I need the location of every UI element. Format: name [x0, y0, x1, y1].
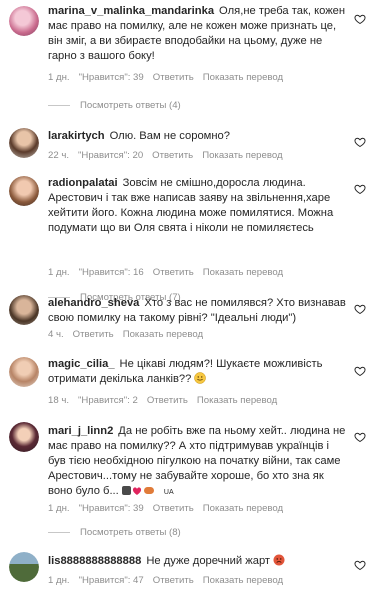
comment-body: larakirtych Олю. Вам не соромно?	[48, 129, 346, 144]
translate-button[interactable]: Показать перевод	[123, 329, 203, 340]
comment-likes[interactable]: "Нравится": 2	[78, 395, 138, 406]
comment-body: lis8888888888888 Не дуже доречний жарт	[48, 554, 346, 571]
comment-likes[interactable]: "Нравится": 39	[79, 503, 144, 514]
comment-username[interactable]: radionpalatai	[48, 177, 118, 189]
comment-likes[interactable]: "Нравится": 47	[79, 575, 144, 586]
view-replies-button[interactable]: Посмотреть ответы (8)	[48, 527, 181, 538]
comment-meta: 22 ч. "Нравится": 20 Ответить Показать п…	[48, 150, 283, 161]
view-replies-label: Посмотреть ответы (8)	[80, 527, 181, 538]
heart-icon[interactable]	[354, 182, 366, 195]
comment-username[interactable]: magic_cilia_	[48, 358, 115, 370]
view-replies-button[interactable]: Посмотреть ответы (4)	[48, 100, 181, 111]
reply-button[interactable]: Ответить	[152, 150, 193, 161]
translate-button[interactable]: Показать перевод	[203, 503, 283, 514]
divider-line	[48, 105, 70, 106]
comment-time: 18 ч.	[48, 395, 70, 406]
heart-icon[interactable]	[354, 135, 366, 148]
comment-body: mari_j_linn2 Да не робіть вже па ньому хе…	[48, 424, 346, 501]
avatar[interactable]	[9, 552, 39, 582]
comment-time: 22 ч.	[48, 150, 70, 161]
reply-button[interactable]: Ответить	[153, 72, 194, 83]
view-replies-label: Посмотреть ответы (4)	[80, 100, 181, 111]
comment-time: 1 дн.	[48, 575, 70, 586]
comment-username[interactable]: mari_j_linn2	[48, 425, 113, 437]
comment-time: 1 дн.	[48, 503, 70, 514]
comment-meta: 1 дн. "Нравится": 39 Ответить Показать п…	[48, 72, 283, 83]
avatar[interactable]	[9, 6, 39, 36]
comment-meta: 4 ч. Ответить Показать перевод	[48, 329, 203, 340]
heart-icon[interactable]	[354, 558, 366, 571]
comment-time: 1 дн.	[48, 267, 70, 278]
comment-text: Олю. Вам не соромно?	[109, 130, 230, 142]
smile-emoji-icon	[194, 372, 207, 389]
translate-button[interactable]: Показать перевод	[203, 72, 283, 83]
avatar[interactable]	[9, 176, 39, 206]
reply-button[interactable]: Ответить	[153, 267, 194, 278]
heart-icon[interactable]	[354, 12, 366, 25]
comment-username[interactable]: marina_v_malinka_mandarinka	[48, 5, 214, 17]
reply-button[interactable]: Ответить	[147, 395, 188, 406]
comment-time: 4 ч.	[48, 329, 64, 340]
comment-body: alehandro_sheva Хто з вас не помилявся? Х…	[48, 296, 346, 326]
heart-icon[interactable]	[354, 302, 366, 315]
comment-username[interactable]: alehandro_sheva	[48, 297, 139, 309]
reply-button[interactable]: Ответить	[153, 503, 194, 514]
comment-likes[interactable]: "Нравится": 16	[79, 267, 144, 278]
emoji-cluster-icon	[121, 485, 164, 501]
heart-icon[interactable]	[354, 430, 366, 443]
reply-button[interactable]: Ответить	[73, 329, 114, 340]
comment-body: radionpalatai Зовсім не смішно,доросла лю…	[48, 176, 346, 236]
divider-line	[48, 532, 70, 533]
comment-username[interactable]: lis8888888888888	[48, 555, 141, 567]
translate-button[interactable]: Показать перевод	[203, 267, 283, 278]
comment-text: Не дуже доречний жарт	[146, 555, 271, 567]
comment-meta: 18 ч. "Нравится": 2 Ответить Показать пе…	[48, 395, 277, 406]
translate-button[interactable]: Показать перевод	[197, 395, 277, 406]
avatar[interactable]	[9, 128, 39, 158]
comment-time: 1 дн.	[48, 72, 70, 83]
translate-button[interactable]: Показать перевод	[203, 575, 283, 586]
reply-button[interactable]: Ответить	[153, 575, 194, 586]
comment-meta: 1 дн. "Нравится": 16 Ответить Показать п…	[48, 267, 283, 278]
comment-body: marina_v_malinka_mandarinka Оля,не треба …	[48, 4, 346, 64]
avatar[interactable]	[9, 295, 39, 325]
avatar[interactable]	[9, 422, 39, 452]
avatar[interactable]	[9, 357, 39, 387]
ua-flag-text: UA	[163, 489, 174, 496]
comment-likes[interactable]: "Нравится": 20	[78, 150, 143, 161]
comment-meta: 1 дн. "Нравится": 39 Ответить Показать п…	[48, 503, 283, 514]
sad-face-emoji-icon	[273, 554, 285, 571]
heart-icon[interactable]	[354, 364, 366, 377]
comment-username[interactable]: larakirtych	[48, 130, 105, 142]
comment-likes[interactable]: "Нравится": 39	[79, 72, 144, 83]
translate-button[interactable]: Показать перевод	[202, 150, 282, 161]
comment-meta: 1 дн. "Нравится": 47 Ответить Показать п…	[48, 575, 283, 586]
comment-body: magic_cilia_ Не цікаві людям?! Шукаєте мо…	[48, 357, 346, 389]
